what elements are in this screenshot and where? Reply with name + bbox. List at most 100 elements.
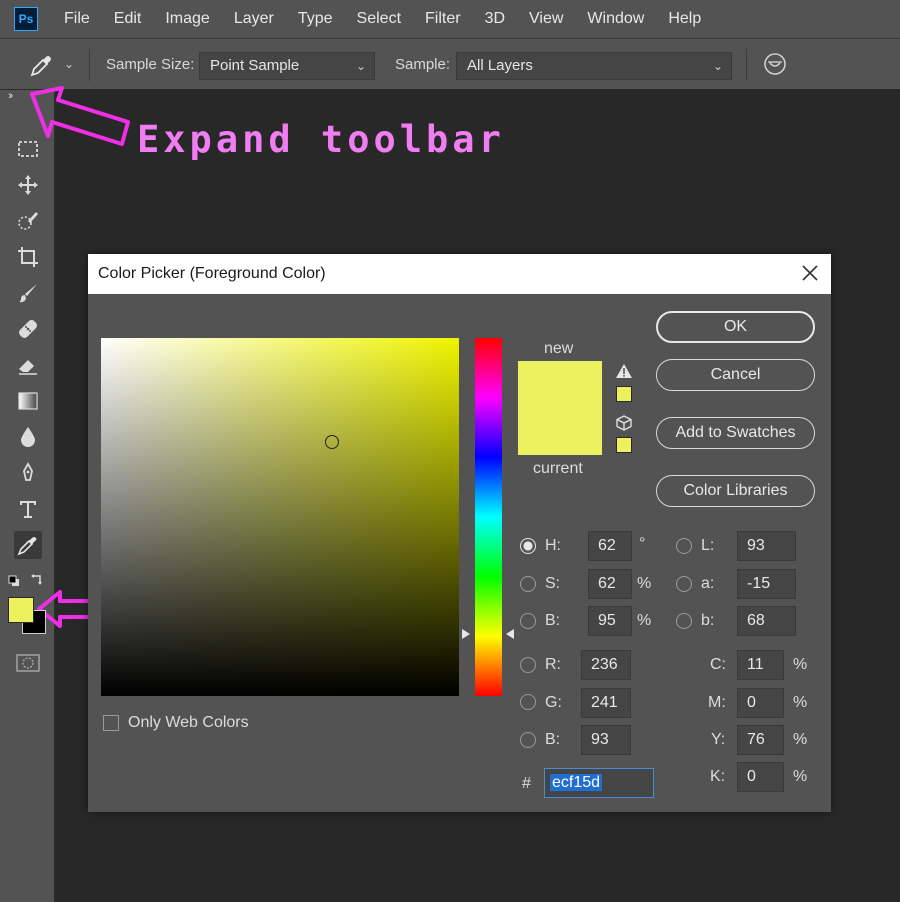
radio-red[interactable] <box>520 657 536 673</box>
menu-view[interactable]: View <box>529 10 563 28</box>
radio-hue[interactable] <box>520 538 536 554</box>
gradient-tool-icon[interactable] <box>14 387 42 415</box>
yellow-input[interactable]: 76 <box>737 725 784 755</box>
chevron-down-icon[interactable]: ⌄ <box>64 57 76 71</box>
eraser-tool-icon[interactable] <box>14 351 42 379</box>
menu-select[interactable]: Select <box>357 10 401 28</box>
menu-file[interactable]: File <box>64 10 90 28</box>
radio-brightness[interactable] <box>520 613 536 629</box>
ok-button[interactable]: OK <box>656 311 815 343</box>
color-libraries-button[interactable]: Color Libraries <box>656 475 815 507</box>
eyedropper-tool-preset-icon[interactable] <box>28 53 54 79</box>
green-input[interactable]: 241 <box>581 688 631 718</box>
sample-label: Sample: <box>395 56 451 73</box>
saturation-input[interactable]: 62 <box>588 569 632 599</box>
new-color-preview <box>518 361 602 408</box>
hex-input[interactable]: ecf15d <box>544 768 654 798</box>
healing-brush-icon[interactable] <box>14 315 42 343</box>
close-icon[interactable] <box>801 264 819 282</box>
menu-filter[interactable]: Filter <box>425 10 461 28</box>
only-web-colors-label: Only Web Colors <box>128 714 249 731</box>
menu-bar: Ps File Edit Image Layer Type Select Fil… <box>0 0 900 38</box>
radio-lab-l[interactable] <box>676 538 692 554</box>
sample-value: All Layers <box>467 57 533 74</box>
hue-label: H: <box>545 537 561 554</box>
photoshop-logo: Ps <box>14 7 38 31</box>
lab-b-input[interactable]: 68 <box>737 606 796 636</box>
gamut-color-swatch[interactable] <box>616 386 632 402</box>
radio-green[interactable] <box>520 694 536 710</box>
magenta-label: M: <box>708 694 726 711</box>
percent-unit: % <box>793 694 808 711</box>
options-divider <box>746 49 747 81</box>
menu-3d[interactable]: 3D <box>485 10 505 28</box>
foreground-color-swatch[interactable] <box>8 597 34 623</box>
only-web-colors-checkbox[interactable] <box>103 715 119 731</box>
menu-window[interactable]: Window <box>587 10 644 28</box>
options-bar: ⌄ Sample Size: Point Sample ⌄ Sample: Al… <box>0 38 900 90</box>
lab-l-input[interactable]: 93 <box>737 531 796 561</box>
swap-colors-icon[interactable] <box>30 572 44 586</box>
brush-tool-icon[interactable] <box>14 279 42 307</box>
radio-blue[interactable] <box>520 732 536 748</box>
blue-label: B: <box>545 731 561 748</box>
brightness-input[interactable]: 95 <box>588 606 632 636</box>
quick-mask-icon[interactable] <box>16 653 40 673</box>
blue-input[interactable]: 93 <box>581 725 631 755</box>
eyedropper-tool-icon[interactable] <box>14 531 42 559</box>
quick-selection-icon[interactable] <box>14 207 42 235</box>
radio-lab-b[interactable] <box>676 613 692 629</box>
menu-help[interactable]: Help <box>668 10 701 28</box>
brightness-label: B: <box>545 612 561 629</box>
default-colors-icon[interactable] <box>8 574 20 586</box>
move-tool-icon[interactable] <box>14 171 42 199</box>
pen-tool-icon[interactable] <box>14 459 42 487</box>
sample-size-select[interactable]: Point Sample ⌄ <box>199 52 375 80</box>
hue-slider-handle-left[interactable] <box>462 629 470 639</box>
yellow-label: Y: <box>711 731 726 748</box>
annotation-arrow-icon <box>30 86 130 146</box>
hex-value: ecf15d <box>550 774 603 791</box>
current-color-preview[interactable] <box>518 408 602 455</box>
red-input[interactable]: 236 <box>581 650 631 680</box>
magenta-input[interactable]: 0 <box>737 688 784 718</box>
cyan-label: C: <box>710 656 726 673</box>
lab-a-label: a: <box>701 575 715 592</box>
radio-saturation[interactable] <box>520 576 536 592</box>
radio-lab-a[interactable] <box>676 576 692 592</box>
dialog-title: Color Picker (Foreground Color) <box>88 254 831 294</box>
blur-tool-icon[interactable] <box>14 423 42 451</box>
hue-slider[interactable] <box>475 338 502 696</box>
current-label: current <box>533 460 583 477</box>
expand-toolbar-icon[interactable]: ›› <box>8 90 14 102</box>
menu-type[interactable]: Type <box>298 10 333 28</box>
red-label: R: <box>545 656 561 673</box>
sample-select[interactable]: All Layers ⌄ <box>456 52 732 80</box>
type-tool-icon[interactable] <box>14 495 42 523</box>
web-safe-color-swatch[interactable] <box>616 437 632 453</box>
web-safe-cube-icon <box>615 414 633 432</box>
cancel-button[interactable]: Cancel <box>656 359 815 391</box>
hue-input[interactable]: 62 <box>588 531 632 561</box>
menu-image[interactable]: Image <box>165 10 209 28</box>
black-input[interactable]: 0 <box>737 762 784 792</box>
color-field-cursor[interactable] <box>325 435 339 449</box>
percent-unit: % <box>637 575 652 592</box>
percent-unit: % <box>793 731 808 748</box>
hue-slider-handle-right[interactable] <box>506 629 514 639</box>
crop-tool-icon[interactable] <box>14 243 42 271</box>
cyan-input[interactable]: 11 <box>737 650 784 680</box>
black-label: K: <box>710 768 726 785</box>
new-label: new <box>544 340 574 357</box>
show-sampling-ring-icon[interactable] <box>763 52 787 76</box>
lab-a-input[interactable]: -15 <box>737 569 796 599</box>
tools-panel: ›› <box>0 90 55 902</box>
menu-layer[interactable]: Layer <box>234 10 274 28</box>
color-field[interactable] <box>101 338 459 696</box>
percent-unit: % <box>793 768 808 785</box>
menu-edit[interactable]: Edit <box>114 10 142 28</box>
add-to-swatches-button[interactable]: Add to Swatches <box>656 417 815 449</box>
percent-unit: % <box>793 656 808 673</box>
sample-size-label: Sample Size: <box>106 56 195 73</box>
annotation-label: Expand toolbar <box>137 118 505 161</box>
